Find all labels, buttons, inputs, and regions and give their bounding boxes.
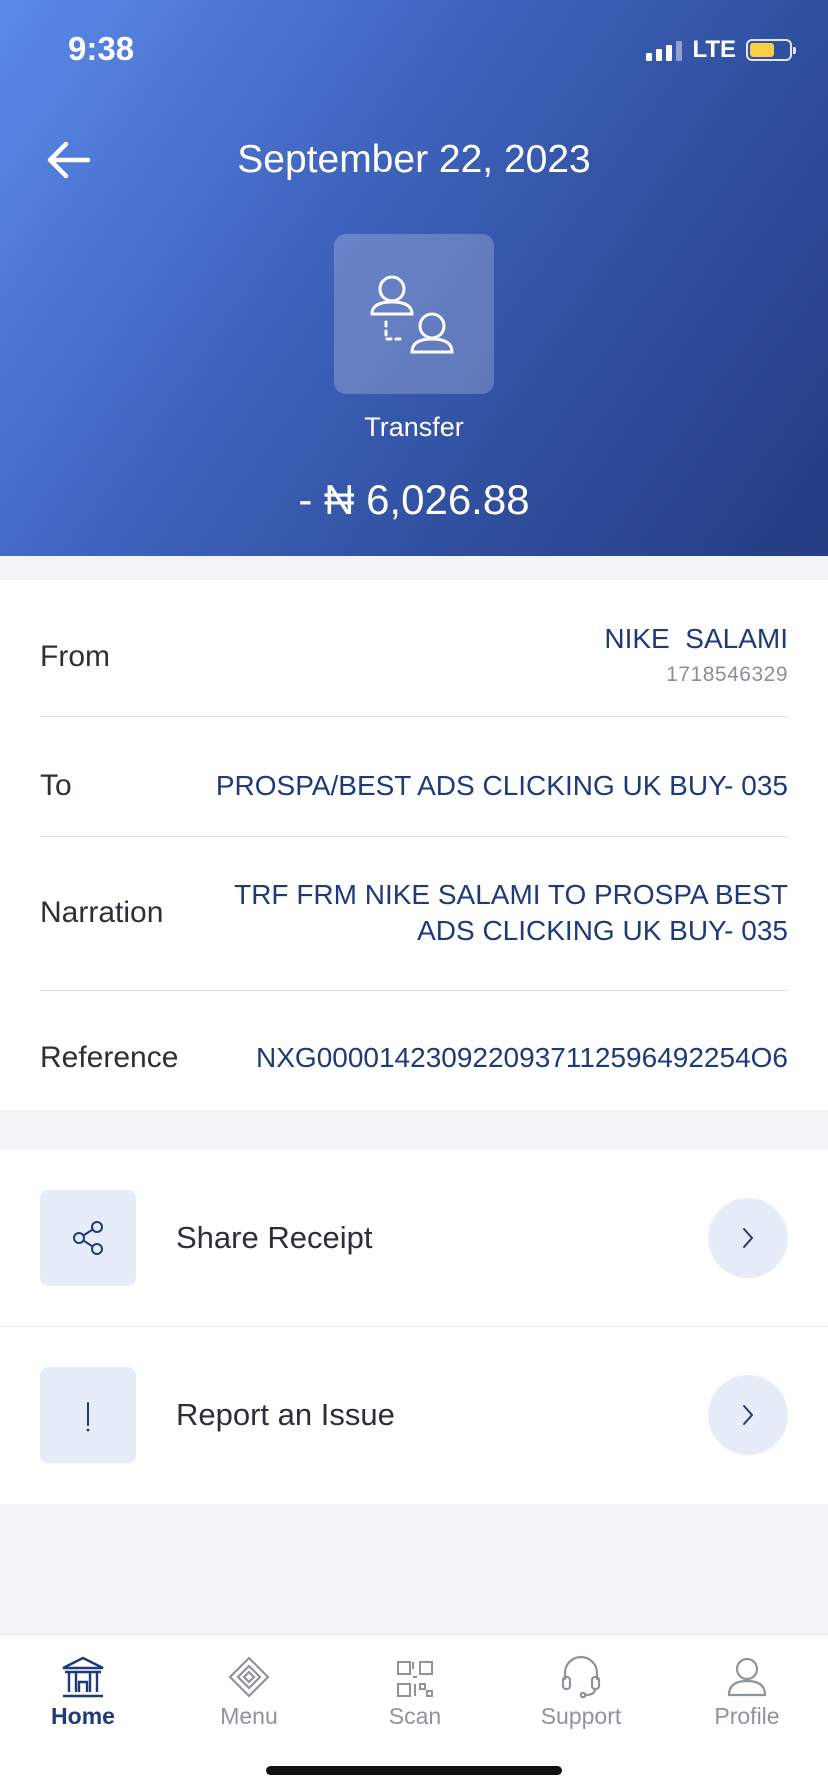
share-receipt-label: Share Receipt [176,1220,373,1255]
signal-icon [646,39,683,61]
divider [40,990,788,991]
report-issue-button[interactable]: Report an Issue [0,1327,828,1503]
sender-name: NIKE SALAMI [604,623,788,654]
share-receipt-button[interactable]: Share Receipt [0,1150,828,1326]
status-indicators: LTE [646,36,796,64]
network-label: LTE [692,36,736,63]
tab-profile[interactable]: Profile [664,1649,828,1730]
share-icon [40,1190,136,1286]
bank-icon [0,1649,166,1699]
tab-label: Scan [388,1703,442,1729]
transaction-date: September 22, 2023 [237,138,591,181]
to-label: To [40,769,72,802]
transfer-users-icon [370,275,454,354]
detail-row-reference: Reference NXG000014230922093711259649225… [40,1010,788,1106]
qr-icon [332,1649,498,1699]
tab-label: Menu [220,1703,278,1729]
detail-row-narration: Narration TRF FRM NIKE SALAMI TO PROSPA … [40,856,788,970]
detail-row-to: To PROSPA/BEST ADS CLICKING UK BUY- 035 [40,736,788,836]
reference-value[interactable]: NXG0000142309220937112596492254O6 [256,1040,788,1076]
narration-line-2: ADS CLICKING UK BUY- 035 [417,915,788,946]
headset-icon [498,1649,664,1699]
from-label: From [40,640,110,673]
narration-line-1: TRF FRM NIKE SALAMI TO PROSPA BEST [234,879,788,910]
tab-menu[interactable]: Menu [166,1649,332,1730]
sender-account: 1718546329 [666,663,788,686]
chevron-right-icon[interactable] [708,1375,788,1455]
reference-label: Reference [40,1041,179,1074]
transaction-details: From NIKE SALAMI 1718546329 To PROSPA/BE… [0,580,828,1110]
tab-scan[interactable]: Scan [332,1649,498,1730]
home-indicator [266,1766,562,1775]
transaction-type: Transfer [364,412,464,442]
tab-home[interactable]: Home [0,1649,166,1730]
narration-label: Narration [40,896,164,929]
transfer-icon-box [334,234,494,394]
user-icon [664,1649,828,1699]
detail-row-from: From NIKE SALAMI 1718546329 [40,618,788,696]
transaction-header: 9:38 LTE September 22, 2023 Transfer - ₦… [0,0,828,556]
tab-support[interactable]: Support [498,1649,664,1730]
status-time: 9:38 [68,30,135,67]
divider [40,836,788,837]
tab-label: Home [51,1703,115,1729]
receipt-actions: Share Receipt Report an Issue [0,1150,828,1504]
battery-icon [746,39,796,61]
chevron-right-icon[interactable] [708,1198,788,1278]
diamond-icon [166,1649,332,1699]
exclamation-icon [40,1367,136,1463]
divider [40,716,788,717]
report-issue-label: Report an Issue [176,1397,395,1432]
transaction-amount: - ₦ 6,026.88 [298,476,530,523]
tab-label: Support [540,1703,622,1729]
tab-label: Profile [714,1703,780,1729]
recipient-value: PROSPA/BEST ADS CLICKING UK BUY- 035 [215,770,788,801]
